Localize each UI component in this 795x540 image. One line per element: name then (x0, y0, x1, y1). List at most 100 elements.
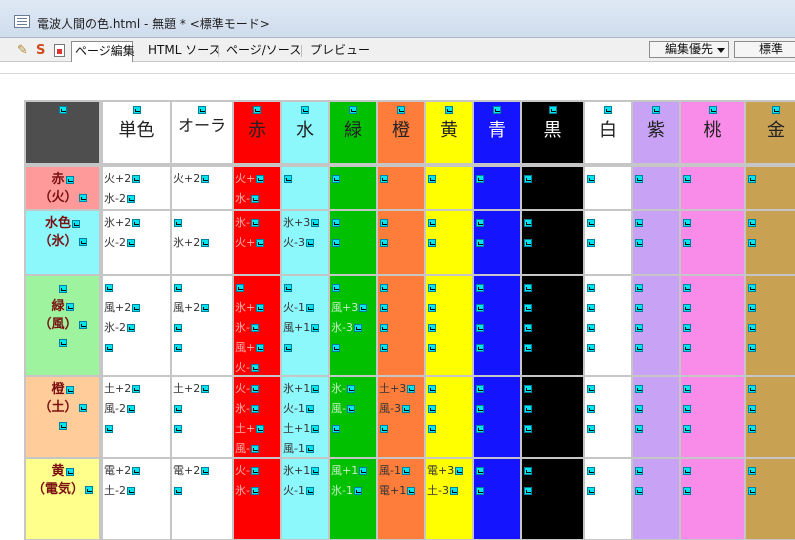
table-cell[interactable] (746, 276, 795, 375)
table-cell[interactable] (633, 276, 679, 375)
table-header-cell[interactable]: 単色 (103, 102, 170, 163)
table-cell[interactable] (426, 167, 472, 209)
table-cell[interactable] (426, 211, 472, 274)
table-cell[interactable] (633, 167, 679, 209)
table-cell[interactable]: 風+2 (172, 276, 232, 375)
table-cell[interactable] (681, 377, 744, 457)
table-header-cell[interactable]: 黄 (426, 102, 472, 163)
table-cell[interactable] (585, 167, 631, 209)
table-cell[interactable] (282, 167, 328, 209)
table-cell[interactable] (522, 167, 583, 209)
table-cell[interactable] (474, 211, 520, 274)
table-header-cell[interactable]: 橙 (378, 102, 424, 163)
table-header-cell[interactable]: 黒 (522, 102, 583, 163)
table-cell[interactable] (522, 459, 583, 539)
row-label-cell[interactable]: 赤（火） (26, 167, 99, 209)
table-cell[interactable] (681, 167, 744, 209)
table-cell[interactable] (633, 211, 679, 274)
table-cell[interactable] (633, 377, 679, 457)
table-cell[interactable]: 電+3 土-3 (426, 459, 472, 539)
table-header-cell[interactable] (26, 102, 99, 163)
editor-area[interactable]: 単色 オーラ赤水緑橙黄青黒白紫桃金赤（火） 火+2 水-2 火+2 火+ 水- 水色 （氷） 氷+… (0, 74, 795, 540)
table-cell[interactable] (378, 211, 424, 274)
table-cell[interactable] (746, 459, 795, 539)
table-header-cell[interactable]: 金 (746, 102, 795, 163)
return-mark-icon (428, 284, 436, 292)
table-cell[interactable]: 火+2 水-2 (103, 167, 170, 209)
table-cell[interactable]: 風+2 氷-2 (103, 276, 170, 375)
table-cell[interactable] (585, 276, 631, 375)
cell-line: 風-1 (282, 439, 328, 457)
table-cell[interactable] (746, 167, 795, 209)
table-cell[interactable] (522, 276, 583, 375)
tab-preview[interactable]: プレビュー (310, 41, 370, 62)
table-cell[interactable] (585, 377, 631, 457)
table-header-cell[interactable]: 緑 (330, 102, 376, 163)
table-cell[interactable]: 氷- 火+ (234, 211, 280, 274)
table-header-cell[interactable]: 白 (585, 102, 631, 163)
table-cell[interactable]: 火+ 水- (234, 167, 280, 209)
table-header-cell[interactable]: 水 (282, 102, 328, 163)
table-header-cell[interactable]: オーラ (172, 102, 232, 163)
table-cell[interactable] (474, 377, 520, 457)
table-header-cell[interactable]: 紫 (633, 102, 679, 163)
table-cell[interactable]: 氷+1 火-1 (282, 459, 328, 539)
table-cell[interactable] (633, 459, 679, 539)
table-cell[interactable] (474, 459, 520, 539)
table-header-cell[interactable]: 青 (474, 102, 520, 163)
table-cell[interactable]: 氷+3 火-3 (282, 211, 328, 274)
return-mark-icon (476, 284, 484, 292)
table-cell[interactable] (330, 211, 376, 274)
row-label-cell[interactable]: 黄（電気） (26, 459, 99, 539)
document-icon[interactable] (54, 44, 65, 57)
table-cell[interactable]: 氷+2 (172, 211, 232, 274)
table-cell[interactable]: 土+3 風-3 (378, 377, 424, 457)
cell-line (585, 399, 631, 419)
table-cell[interactable] (474, 276, 520, 375)
table-cell[interactable] (522, 211, 583, 274)
table-cell[interactable] (585, 459, 631, 539)
table-cell[interactable]: 火+2 (172, 167, 232, 209)
table-cell[interactable]: 風+3 氷-3 (330, 276, 376, 375)
row-label-cell[interactable]: 緑（風） (26, 276, 99, 375)
table-cell[interactable]: 氷+ 氷- 風+ 火- (234, 276, 280, 375)
table-cell[interactable]: 電+2 土-2 (103, 459, 170, 539)
table-cell[interactable]: 風+1 氷-1 (330, 459, 376, 539)
table-cell[interactable]: 土+2 風-2 (103, 377, 170, 457)
table-cell[interactable] (585, 211, 631, 274)
s-icon[interactable]: S (36, 43, 45, 58)
table-cell[interactable]: 氷+1 火-1 土+1 風-1 (282, 377, 328, 457)
table-cell[interactable] (330, 167, 376, 209)
tab-html-source[interactable]: HTML ソース (148, 41, 221, 62)
edit-priority-dropdown[interactable]: 編集優先 (649, 41, 729, 58)
row-label: （電気） (26, 481, 99, 499)
table-cell[interactable]: 電+2 (172, 459, 232, 539)
table-cell[interactable]: 火-1 風+1 (282, 276, 328, 375)
table-cell[interactable]: 火- 氷- (234, 459, 280, 539)
standard-mode-button[interactable]: 標準 (734, 41, 795, 58)
pencil-icon[interactable]: ✎ (17, 44, 32, 57)
table-cell[interactable] (681, 211, 744, 274)
cell-line (378, 298, 424, 318)
table-cell[interactable] (746, 377, 795, 457)
table-cell[interactable] (681, 276, 744, 375)
table-header-cell[interactable]: 桃 (681, 102, 744, 163)
table-cell[interactable] (426, 377, 472, 457)
table-cell[interactable] (378, 276, 424, 375)
table-cell[interactable]: 火- 氷- 土+ 風- (234, 377, 280, 457)
table-cell[interactable] (426, 276, 472, 375)
table-cell[interactable] (746, 211, 795, 274)
table-cell[interactable]: 氷- 風- (330, 377, 376, 457)
row-label-cell[interactable]: 水色 （氷） (26, 211, 99, 274)
table-cell[interactable] (522, 377, 583, 457)
table-cell[interactable]: 土+2 (172, 377, 232, 457)
table-cell[interactable] (474, 167, 520, 209)
table-cell[interactable]: 風-1 電+1 (378, 459, 424, 539)
table-cell[interactable] (378, 167, 424, 209)
row-label-cell[interactable]: 橙（土） (26, 377, 99, 457)
table-header-cell[interactable]: 赤 (234, 102, 280, 163)
table-cell[interactable]: 氷+2 火-2 (103, 211, 170, 274)
tab-page-source[interactable]: ページ/ソース (226, 41, 301, 62)
table-cell[interactable] (681, 459, 744, 539)
tab-page-edit[interactable]: ページ編集 (71, 41, 135, 62)
